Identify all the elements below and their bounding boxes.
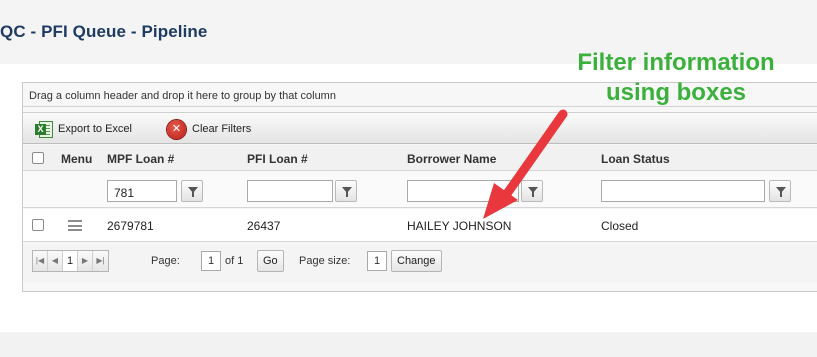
first-page-icon[interactable]: |◀ [33,251,48,271]
cell-borrower-name: HAILEY JOHNSON [407,219,512,233]
header-pfi-loan[interactable]: PFI Loan # [247,152,308,166]
next-page-icon[interactable]: ▶ [78,251,93,271]
select-all-checkbox[interactable] [32,152,44,164]
clear-label: Clear Filters [192,123,252,135]
funnel-icon [342,187,352,197]
last-page-icon[interactable]: ▶| [93,251,108,271]
row-checkbox[interactable] [32,219,44,231]
page-size-label: Page size: [299,255,351,267]
filter-mpf-loan-button[interactable] [181,180,203,202]
filter-pfi-loan-button[interactable] [335,180,357,202]
footer-band [0,332,817,357]
go-button[interactable]: Go [257,250,284,272]
header-borrower-name[interactable]: Borrower Name [407,152,496,166]
filter-row [23,172,817,208]
excel-icon: X [35,120,53,138]
grid-toolbar: X Export to Excel ✕ Clear Filters [23,112,817,144]
loan-grid: Drag a column header and drop it here to… [22,82,817,292]
page-label: Page: [151,255,180,267]
filter-pfi-loan-input[interactable] [247,180,333,202]
table-row[interactable]: 2679781 26437 HAILEY JOHNSON Closed [23,209,817,242]
annotation-line-2: using boxes [605,79,747,106]
funnel-icon [188,187,198,197]
export-label: Export to Excel [58,123,132,135]
annotation-line-1: Filter information [577,49,775,76]
annotation-text: Filter information using boxes [545,48,807,108]
header-loan-status[interactable]: Loan Status [601,152,670,166]
funnel-icon [776,187,786,197]
page-of-label: of 1 [225,255,244,267]
pager-nav: |◀ ◀ 1 ▶ ▶| [32,250,109,272]
page-size-input[interactable]: 1 [367,251,387,271]
change-button[interactable]: Change [391,250,442,272]
clear-filters-button[interactable]: ✕ Clear Filters [167,119,252,139]
column-header-row: Menu MPF Loan # PFI Loan # Borrower Name… [23,145,817,171]
cell-pfi-loan: 26437 [247,219,281,233]
header-menu[interactable]: Menu [61,152,92,166]
page-input[interactable]: 1 [201,251,221,271]
funnel-icon [528,187,538,197]
clear-filter-icon: ✕ [167,119,186,139]
filter-mpf-loan-input[interactable] [107,180,177,202]
pager: |◀ ◀ 1 ▶ ▶| Page: 1 of 1 Go Page size: 1… [23,243,817,283]
export-to-excel-button[interactable]: X Export to Excel [35,120,132,138]
current-page-number[interactable]: 1 [63,251,78,271]
filter-loan-status-input[interactable] [601,180,765,202]
cell-mpf-loan: 2679781 [107,219,154,233]
filter-borrower-input[interactable] [407,180,519,202]
filter-loan-status-button[interactable] [769,180,791,202]
header-mpf-loan[interactable]: MPF Loan # [107,152,174,166]
filter-borrower-button[interactable] [521,180,543,202]
prev-page-icon[interactable]: ◀ [48,251,63,271]
page-title: QC - PFI Queue - Pipeline [0,22,208,41]
cell-loan-status: Closed [601,219,639,233]
menu-icon[interactable] [68,220,82,231]
